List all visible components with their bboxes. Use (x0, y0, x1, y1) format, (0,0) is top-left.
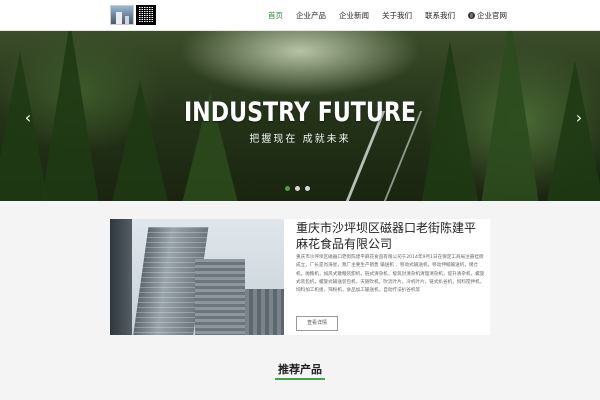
globe-icon (468, 12, 475, 19)
about-section: 重庆市沙坪坝区磁器口老街陈建平麻花食品有限公司 重庆市沙坪坝区磁器口老街陈建平麻… (110, 219, 490, 335)
banner-subtitle: 把握现在 成就未来 (249, 134, 351, 145)
page: 首页 企业产品 企业新闻 关于我们 联系我们 企业官网 INDUSTRY FUT… (0, 0, 600, 400)
company-building-image (110, 219, 284, 335)
carousel-dots (285, 186, 315, 191)
building-shape (245, 289, 284, 335)
nav-item-contact[interactable]: 联系我们 (425, 10, 455, 21)
building-shape (195, 259, 245, 335)
nav-item-about[interactable]: 关于我们 (382, 10, 412, 21)
hero-banner: INDUSTRY FUTURE 把握现在 成就未来 ‹ › (0, 31, 600, 201)
nav-item-official-site[interactable]: 企业官网 (468, 10, 507, 21)
company-description: 重庆市沙坪坝区磁器口老街陈建平麻花食品有限公司于2014年9月1日在保定工商局注… (296, 255, 485, 294)
banner-title: INDUSTRY FUTURE (183, 97, 417, 128)
carousel-dot-3[interactable] (305, 186, 310, 191)
carousel-prev-arrow-icon[interactable]: ‹ (22, 109, 34, 127)
logo-image[interactable] (110, 5, 134, 25)
carousel-next-arrow-icon[interactable]: › (573, 109, 585, 127)
nav-item-home[interactable]: 首页 (268, 10, 283, 21)
section-title-underline (275, 378, 325, 380)
qr-code-image (136, 5, 156, 25)
header: 首页 企业产品 企业新闻 关于我们 联系我们 企业官网 (0, 0, 600, 31)
nav-item-news[interactable]: 企业新闻 (339, 10, 369, 21)
recommended-products-title: 推荐产品 (278, 363, 322, 376)
building-shape (110, 219, 132, 335)
main-nav: 首页 企业产品 企业新闻 关于我们 联系我们 企业官网 (268, 0, 520, 31)
carousel-dot-1[interactable] (285, 186, 290, 191)
nav-item-official-site-label: 企业官网 (477, 11, 507, 20)
company-name-title: 重庆市沙坪坝区磁器口老街陈建平麻花食品有限公司 (296, 221, 477, 251)
nav-item-products[interactable]: 企业产品 (296, 10, 326, 21)
view-details-button[interactable]: 查看详情 (296, 316, 338, 331)
carousel-dot-2[interactable] (295, 186, 300, 191)
